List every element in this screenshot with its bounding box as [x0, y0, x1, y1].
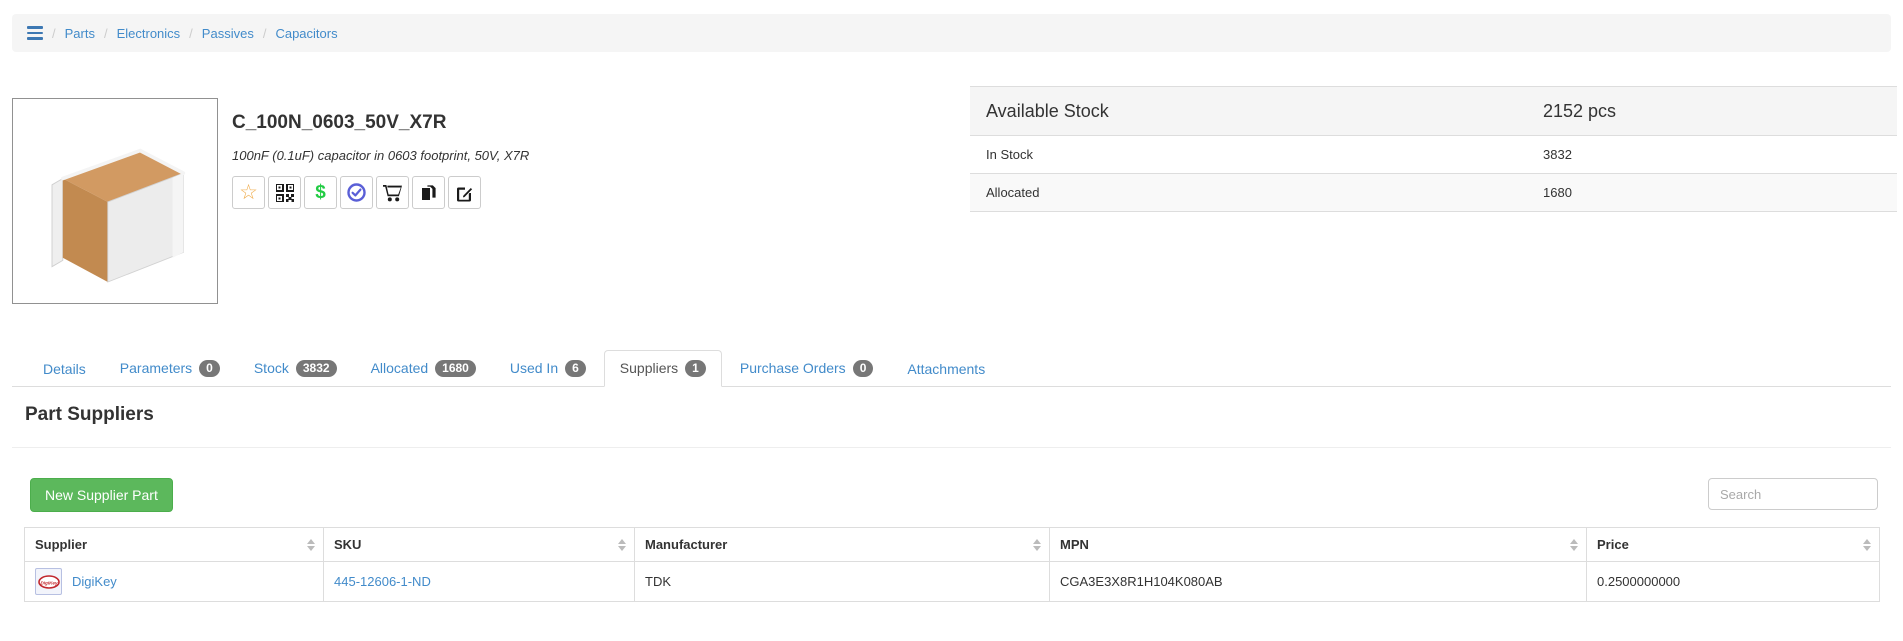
breadcrumb-item-capacitors[interactable]: Capacitors [275, 26, 337, 41]
part-title: C_100N_0603_50V_X7R [232, 112, 446, 134]
stock-row-in-stock: In Stock 3832 [970, 136, 1897, 174]
search-input[interactable] [1708, 478, 1878, 510]
breadcrumb-item-passives[interactable]: Passives [202, 26, 254, 41]
mpn-cell: CGA3E3X8R1H104K080AB [1050, 562, 1587, 602]
column-header-mpn[interactable]: MPN [1050, 528, 1587, 562]
tab-badge: 3832 [296, 360, 337, 377]
tab-label: Details [43, 361, 86, 377]
suppliers-table: Supplier SKU Manufacturer MPN Price [24, 527, 1880, 602]
breadcrumb-separator: / [104, 26, 108, 41]
new-supplier-part-button[interactable]: New Supplier Part [30, 478, 173, 512]
status-check-button[interactable] [340, 176, 373, 209]
breadcrumb-separator: / [189, 26, 193, 41]
sku-link[interactable]: 445-12606-1-ND [334, 574, 431, 589]
edit-icon [456, 184, 474, 202]
part-image[interactable] [12, 98, 218, 304]
page-title: Part Suppliers [25, 404, 154, 426]
breadcrumb: / Parts / Electronics / Passives / Capac… [12, 14, 1891, 52]
breadcrumb-item-parts[interactable]: Parts [65, 26, 95, 41]
part-action-toolbar: ☆ $ [232, 176, 481, 209]
tab-badge: 0 [199, 360, 220, 377]
column-label: MPN [1060, 537, 1089, 552]
digikey-logo-icon: DigiKey [38, 575, 60, 589]
supplier-link[interactable]: DigiKey [72, 574, 117, 589]
check-circle-icon [347, 183, 366, 202]
list-icon[interactable] [27, 26, 43, 40]
in-stock-label: In Stock [970, 147, 1543, 162]
dollar-icon: $ [315, 183, 326, 202]
cart-icon [383, 184, 402, 202]
qr-code-icon [276, 184, 294, 202]
tab-suppliers[interactable]: Suppliers 1 [604, 350, 722, 387]
capacitor-render [25, 111, 205, 291]
available-stock-label: Available Stock [970, 101, 1543, 122]
tab-label: Stock [254, 360, 289, 376]
stock-panel-header: Available Stock 2152 pcs [970, 86, 1897, 136]
duplicate-part-button[interactable] [412, 176, 445, 209]
tab-label: Used In [510, 360, 558, 376]
sort-icon [1863, 539, 1871, 551]
favorite-star-button[interactable]: ☆ [232, 176, 265, 209]
supplier-logo-thumbnail[interactable]: DigiKey [35, 568, 62, 595]
column-label: Supplier [35, 537, 87, 552]
tab-label: Purchase Orders [740, 360, 846, 376]
column-header-sku[interactable]: SKU [324, 528, 635, 562]
tab-badge: 1 [685, 360, 706, 377]
sort-icon [618, 539, 626, 551]
section-divider [12, 447, 1891, 448]
part-tabs: Details Parameters 0 Stock 3832 Allocate… [12, 352, 1891, 387]
sort-icon [1570, 539, 1578, 551]
tab-label: Allocated [371, 360, 429, 376]
star-icon: ☆ [239, 182, 258, 203]
manufacturer-cell: TDK [635, 562, 1050, 602]
supplier-cell: DigiKey DigiKey [25, 562, 324, 602]
sort-icon [307, 539, 315, 551]
tab-used-in[interactable]: Used In 6 [494, 350, 602, 387]
allocated-value: 1680 [1543, 185, 1897, 200]
tab-purchase-orders[interactable]: Purchase Orders 0 [724, 350, 890, 387]
tab-allocated[interactable]: Allocated 1680 [355, 350, 492, 387]
available-stock-value: 2152 pcs [1543, 101, 1897, 122]
add-to-cart-button[interactable] [376, 176, 409, 209]
qr-code-button[interactable] [268, 176, 301, 209]
column-header-price[interactable]: Price [1587, 528, 1880, 562]
sku-cell: 445-12606-1-ND [324, 562, 635, 602]
tab-label: Attachments [907, 361, 985, 377]
column-label: SKU [334, 537, 361, 552]
tab-badge: 6 [565, 360, 586, 377]
tab-badge: 0 [853, 360, 874, 377]
price-cell: 0.2500000000 [1587, 562, 1880, 602]
svg-text:DigiKey: DigiKey [40, 580, 58, 585]
column-label: Manufacturer [645, 537, 727, 552]
tab-stock[interactable]: Stock 3832 [238, 350, 353, 387]
tab-label: Parameters [120, 360, 192, 376]
column-header-manufacturer[interactable]: Manufacturer [635, 528, 1050, 562]
tab-parameters[interactable]: Parameters 0 [104, 350, 236, 387]
copy-icon [420, 184, 438, 202]
tab-badge: 1680 [435, 360, 476, 377]
sort-icon [1033, 539, 1041, 551]
stock-panel: Available Stock 2152 pcs In Stock 3832 A… [970, 86, 1897, 212]
column-header-supplier[interactable]: Supplier [25, 528, 324, 562]
tab-label: Suppliers [620, 360, 678, 376]
pricing-dollar-button[interactable]: $ [304, 176, 337, 209]
breadcrumb-separator: / [52, 26, 56, 41]
table-header-row: Supplier SKU Manufacturer MPN Price [25, 528, 1880, 562]
column-label: Price [1597, 537, 1629, 552]
edit-part-button[interactable] [448, 176, 481, 209]
in-stock-value: 3832 [1543, 147, 1897, 162]
allocated-label: Allocated [970, 185, 1543, 200]
tab-attachments[interactable]: Attachments [891, 351, 1001, 387]
breadcrumb-item-electronics[interactable]: Electronics [117, 26, 181, 41]
breadcrumb-separator: / [263, 26, 267, 41]
stock-row-allocated: Allocated 1680 [970, 174, 1897, 212]
tab-details[interactable]: Details [27, 351, 102, 387]
table-row[interactable]: DigiKey DigiKey 445-12606-1-ND TDK CGA3E… [25, 562, 1880, 602]
part-description: 100nF (0.1uF) capacitor in 0603 footprin… [232, 148, 529, 163]
